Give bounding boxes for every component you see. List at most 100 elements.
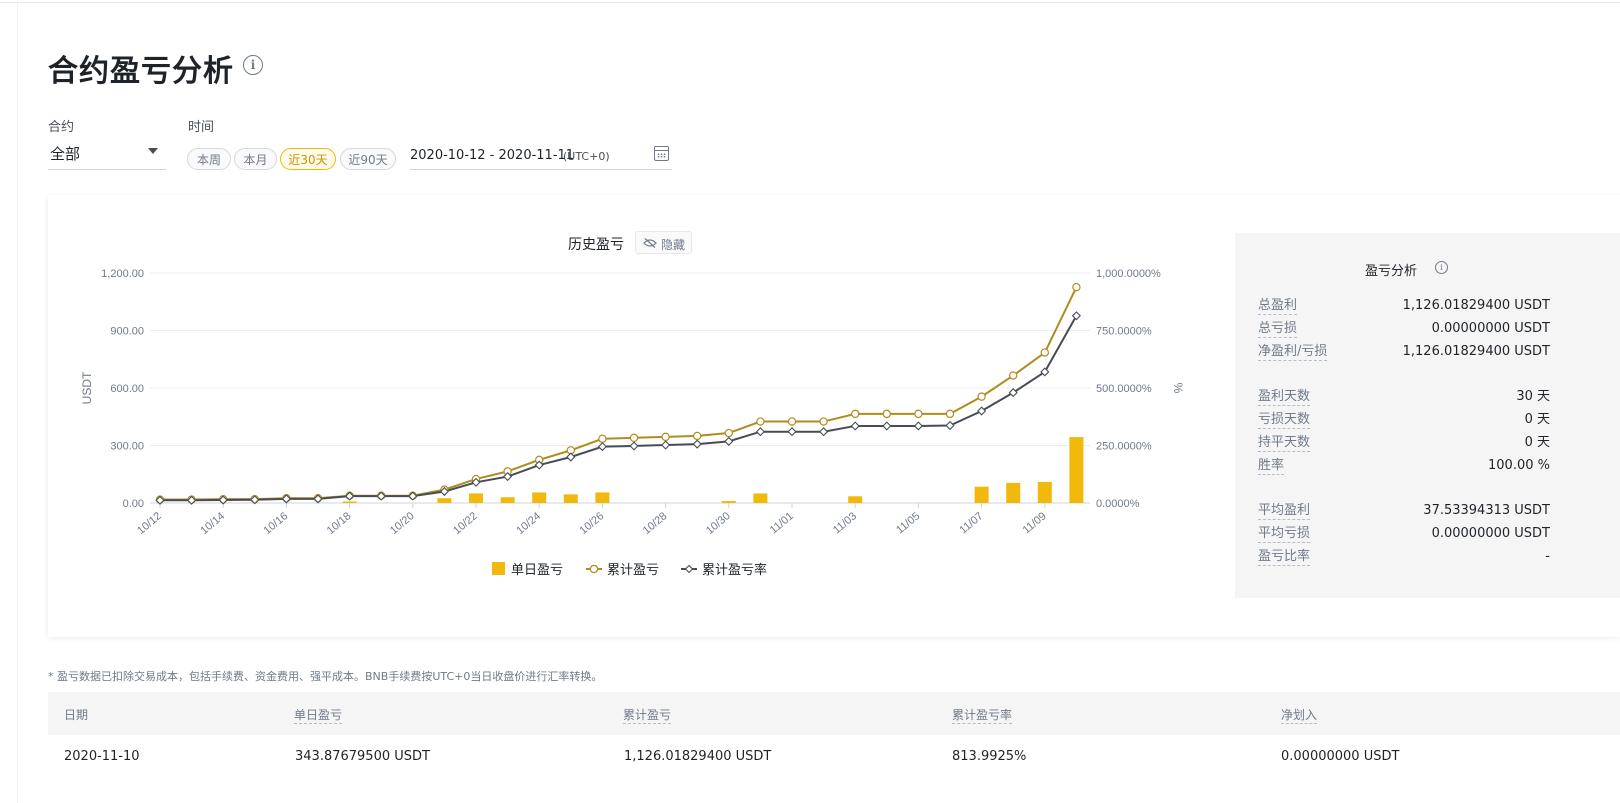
column-header-net-transfer: 净划入 xyxy=(1281,708,1318,724)
point-cumulative-pnl xyxy=(629,433,639,443)
column-header-cumulative-pnl: 累计盈亏 xyxy=(623,708,672,724)
x-tick-label: 10/24 xyxy=(514,510,543,537)
info-icon[interactable]: i xyxy=(1435,261,1448,274)
stat-row: 净盈利/亏损 1,126.01829400 USDT xyxy=(1258,344,1550,362)
stat-row: 总亏损 0.00000000 USDT xyxy=(1258,321,1550,339)
bar-daily-pnl xyxy=(595,492,610,503)
point-cumulative-pnl xyxy=(851,409,860,419)
stat-label: 平均盈利 xyxy=(1258,503,1311,520)
point-cumulative-rate xyxy=(629,441,639,451)
cell-daily-pnl: 343.87679500 USDT xyxy=(295,749,430,764)
point-cumulative-pnl xyxy=(756,417,765,426)
stat-row: 持平天数 0 天 xyxy=(1258,435,1550,453)
point-cumulative-pnl xyxy=(977,392,986,401)
stat-value: - xyxy=(1545,549,1550,564)
point-cumulative-rate xyxy=(597,442,607,452)
stat-value: 0.00000000 USDT xyxy=(1431,526,1550,541)
point-cumulative-pnl xyxy=(724,428,734,438)
point-cumulative-rate xyxy=(913,421,923,431)
y-axis-label: USDT xyxy=(80,371,94,404)
legend-label-cumulative-rate: 累计盈亏率 xyxy=(702,562,767,578)
point-cumulative-pnl xyxy=(598,434,607,443)
x-tick-label: 10/12 xyxy=(135,510,164,537)
stat-row: 盈亏比率 - xyxy=(1258,549,1550,567)
line-cumulative-pnl xyxy=(160,286,1078,501)
y-tick-label: 900.00 xyxy=(110,326,144,338)
point-cumulative-rate xyxy=(755,427,765,437)
stat-value: 0.00000000 USDT xyxy=(1431,321,1550,336)
stat-label: 盈亏比率 xyxy=(1258,549,1311,566)
x-tick-label: 10/30 xyxy=(704,510,733,537)
stat-row: 平均盈利 37.53394313 USDT xyxy=(1258,503,1550,521)
point-cumulative-rate xyxy=(787,427,797,437)
stat-label: 亏损天数 xyxy=(1258,412,1311,429)
bar-daily-pnl xyxy=(563,494,578,503)
bar-daily-pnl xyxy=(342,501,357,503)
point-cumulative-pnl xyxy=(914,409,923,419)
stat-row: 总盈利 1,126.01829400 USDT xyxy=(1258,298,1550,316)
table-header: 日期 单日盈亏 累计盈亏 累计盈亏率 净划入 xyxy=(48,692,1620,735)
point-cumulative-rate xyxy=(692,439,702,449)
y-right-axis-label: % xyxy=(1171,383,1185,394)
legend-swatch-daily-pnl xyxy=(492,562,505,575)
x-tick-label: 10/14 xyxy=(198,510,227,537)
stat-label: 总盈利 xyxy=(1258,298,1298,315)
stat-value: 0 天 xyxy=(1524,412,1550,427)
point-cumulative-rate xyxy=(566,452,576,462)
stat-label: 盈利天数 xyxy=(1258,389,1311,406)
point-cumulative-pnl xyxy=(1009,371,1018,380)
x-tick-label: 10/28 xyxy=(641,510,670,537)
bar-daily-pnl xyxy=(532,492,547,503)
point-cumulative-pnl xyxy=(661,432,670,442)
cell-date: 2020-11-10 xyxy=(64,749,140,764)
bar-daily-pnl xyxy=(721,501,736,503)
x-tick-label: 10/26 xyxy=(578,510,607,537)
bar-daily-pnl xyxy=(500,497,515,503)
x-tick-label: 10/16 xyxy=(262,510,291,537)
y-tick-label: 300.00 xyxy=(110,441,144,453)
stat-value: 100.00 % xyxy=(1488,458,1550,473)
y-right-tick-label: 1,000.0000% xyxy=(1096,268,1161,280)
point-cumulative-rate xyxy=(882,421,892,431)
column-header-daily-pnl: 单日盈亏 xyxy=(294,708,343,724)
legend-label-cumulative-pnl: 累计盈亏 xyxy=(607,563,659,578)
x-tick-label: 11/07 xyxy=(957,510,985,536)
stat-row: 胜率 100.00 % xyxy=(1258,458,1550,476)
y-right-tick-label: 500.0000% xyxy=(1096,383,1152,395)
stat-value: 1,126.01829400 USDT xyxy=(1402,298,1550,313)
point-cumulative-pnl xyxy=(693,431,702,441)
line-cumulative-rate xyxy=(160,315,1078,502)
stat-label: 总亏损 xyxy=(1258,321,1298,338)
y-tick-label: 600.00 xyxy=(110,383,144,395)
stat-row: 盈利天数 30 天 xyxy=(1258,389,1550,407)
point-cumulative-pnl xyxy=(787,417,797,426)
x-tick-label: 11/09 xyxy=(1021,510,1049,536)
stat-label: 平均亏损 xyxy=(1258,526,1311,543)
bar-daily-pnl xyxy=(974,486,989,503)
point-cumulative-pnl xyxy=(1072,282,1081,292)
point-cumulative-pnl xyxy=(882,409,892,419)
bar-daily-pnl xyxy=(1069,437,1084,503)
stat-value: 30 天 xyxy=(1516,389,1550,404)
stat-row: 亏损天数 0 天 xyxy=(1258,412,1550,430)
cell-net-transfer: 0.00000000 USDT xyxy=(1281,749,1400,764)
bar-daily-pnl xyxy=(753,493,768,503)
y-tick-label: 0.00 xyxy=(123,498,144,510)
x-tick-label: 10/22 xyxy=(451,510,480,537)
stats-title: 盈亏分析 xyxy=(1365,264,1418,279)
stat-label: 胜率 xyxy=(1258,458,1285,475)
stats-panel: 盈亏分析 i 总盈利 1,126.01829400 USDT 总亏损 0.000000… xyxy=(1235,233,1620,598)
legend-marker-cumulative-pnl xyxy=(589,564,599,574)
x-tick-label: 11/03 xyxy=(831,510,859,536)
cell-cumulative-rate: 813.9925% xyxy=(952,749,1027,764)
stat-value: 37.53394313 USDT xyxy=(1423,503,1550,518)
footnote: * 盈亏数据已扣除交易成本，包括手续费、资金费用、强平成本。BNB手续费按UTC… xyxy=(48,670,603,683)
legend-label-daily-pnl: 单日盈亏 xyxy=(511,563,563,578)
stat-label: 净盈利/亏损 xyxy=(1258,344,1328,361)
stat-value: 1,126.01829400 USDT xyxy=(1402,344,1550,359)
point-cumulative-pnl xyxy=(945,409,955,419)
x-tick-label: 10/20 xyxy=(388,510,417,537)
x-tick-label: 11/01 xyxy=(768,510,796,536)
point-cumulative-pnl xyxy=(1040,348,1050,357)
cell-cumulative-pnl: 1,126.01829400 USDT xyxy=(624,749,772,764)
